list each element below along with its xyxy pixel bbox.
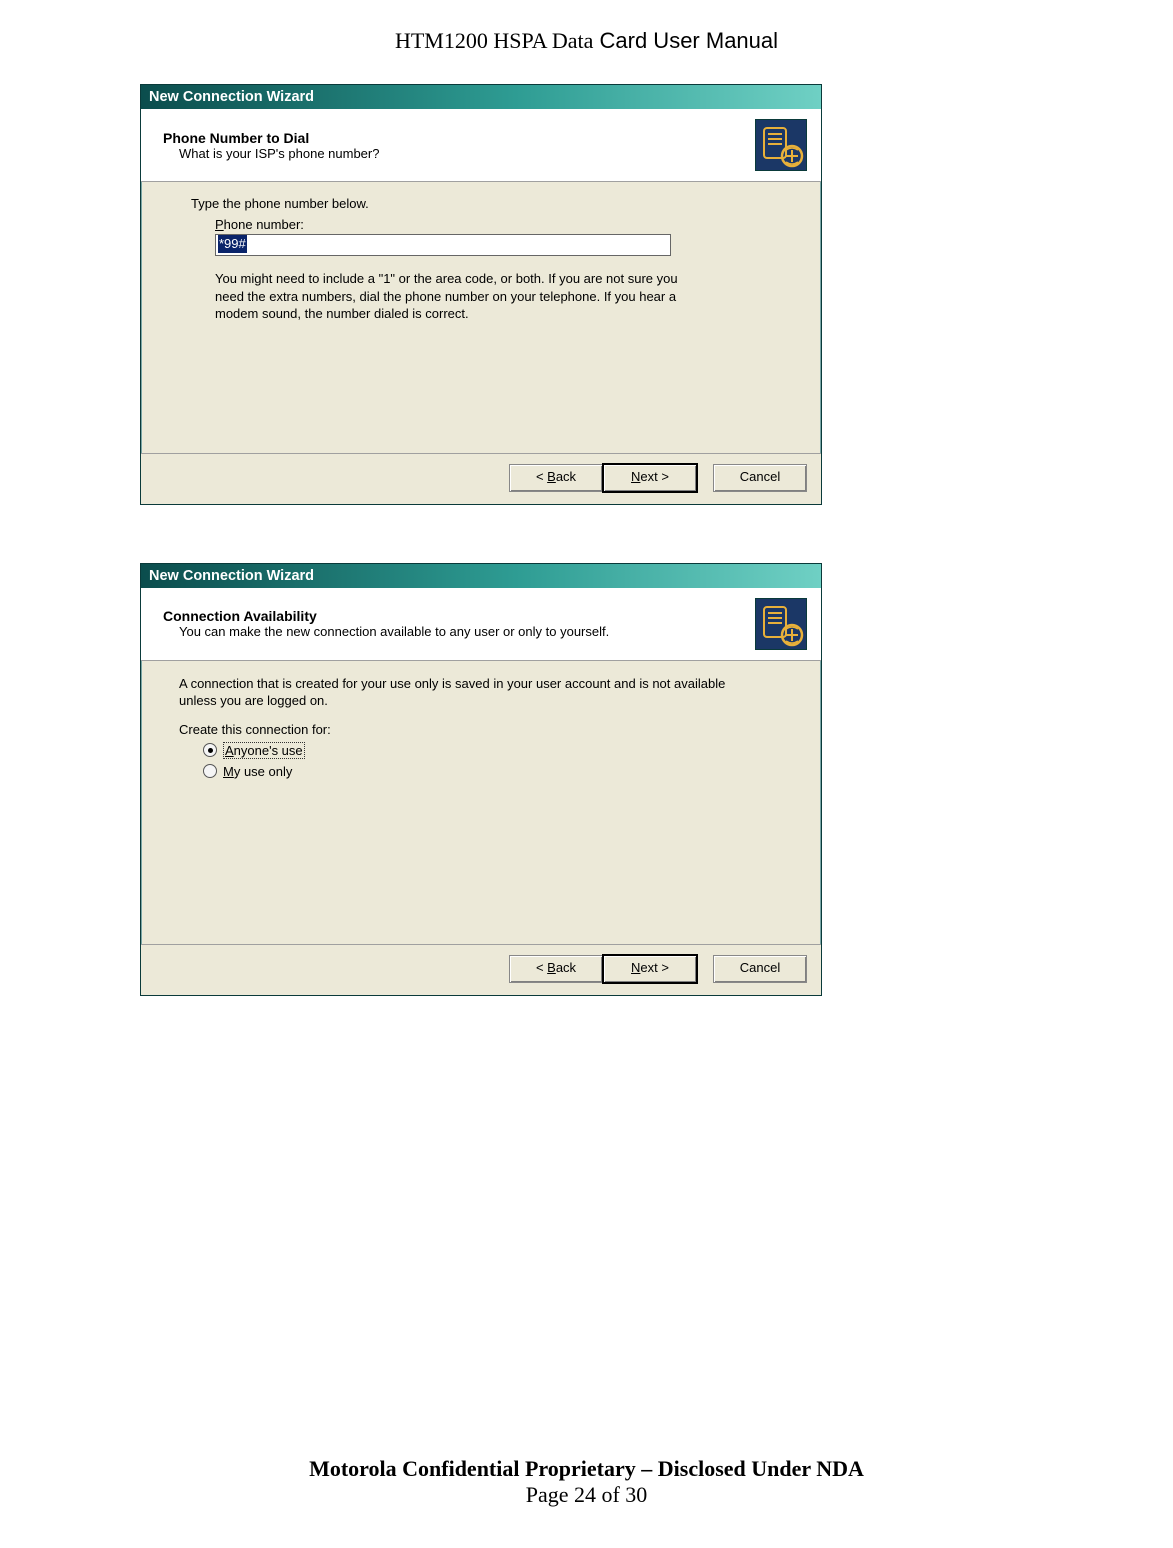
header-subtitle: What is your ISP's phone number? <box>163 146 379 161</box>
wizard-header: Phone Number to Dial What is your ISP's … <box>141 109 821 182</box>
cancel-button[interactable]: Cancel <box>713 955 807 983</box>
wizard-phone-number: New Connection Wizard Phone Number to Di… <box>140 84 822 505</box>
radio-label: Anyone's use <box>223 742 305 759</box>
create-connection-label: Create this connection for: <box>179 722 791 737</box>
footer-page-number: Page 24 of 30 <box>0 1482 1173 1508</box>
connection-icon <box>755 119 807 171</box>
wizard-button-bar: < Back Next > Cancel <box>141 453 821 504</box>
back-button[interactable]: < Back <box>509 955 603 983</box>
header-subtitle: You can make the new connection availabl… <box>163 624 609 639</box>
back-button[interactable]: < Back <box>509 464 603 492</box>
radio-anyone[interactable]: Anyone's use <box>203 742 791 759</box>
wizard-header: Connection Availability You can make the… <box>141 588 821 661</box>
type-instruction: Type the phone number below. <box>191 196 791 211</box>
phone-number-label: Phone number: <box>215 217 791 232</box>
header-text-right: Card User Manual <box>593 28 778 53</box>
page-footer: Motorola Confidential Proprietary – Disc… <box>0 1456 1173 1508</box>
phone-hint: You might need to include a "1" or the a… <box>215 270 685 323</box>
wizard-connection-availability: New Connection Wizard Connection Availab… <box>140 563 822 996</box>
cancel-button[interactable]: Cancel <box>713 464 807 492</box>
titlebar: New Connection Wizard <box>141 564 821 588</box>
titlebar: New Connection Wizard <box>141 85 821 109</box>
wizard-content: A connection that is created for your us… <box>141 661 821 944</box>
page-header: HTM1200 HSPA Data Card User Manual <box>0 0 1173 64</box>
radio-myuse[interactable]: My use only <box>203 764 791 779</box>
radio-icon <box>203 743 217 757</box>
wizard-button-bar: < Back Next > Cancel <box>141 944 821 995</box>
header-title: Phone Number to Dial <box>163 130 379 146</box>
next-button[interactable]: Next > <box>603 464 697 492</box>
availability-intro: A connection that is created for your us… <box>179 675 739 710</box>
availability-radio-group: Anyone's use My use only <box>203 742 791 779</box>
header-title: Connection Availability <box>163 608 609 624</box>
phone-number-input[interactable]: *99# <box>215 234 671 256</box>
next-button[interactable]: Next > <box>603 955 697 983</box>
footer-confidential: Motorola Confidential Proprietary – Disc… <box>0 1456 1173 1482</box>
connection-icon <box>755 598 807 650</box>
header-text-left: HTM1200 HSPA Data <box>395 28 593 53</box>
wizard-content: Type the phone number below. Phone numbe… <box>141 182 821 453</box>
phone-number-value: *99# <box>218 235 247 253</box>
radio-label: My use only <box>223 764 292 779</box>
radio-icon <box>203 764 217 778</box>
